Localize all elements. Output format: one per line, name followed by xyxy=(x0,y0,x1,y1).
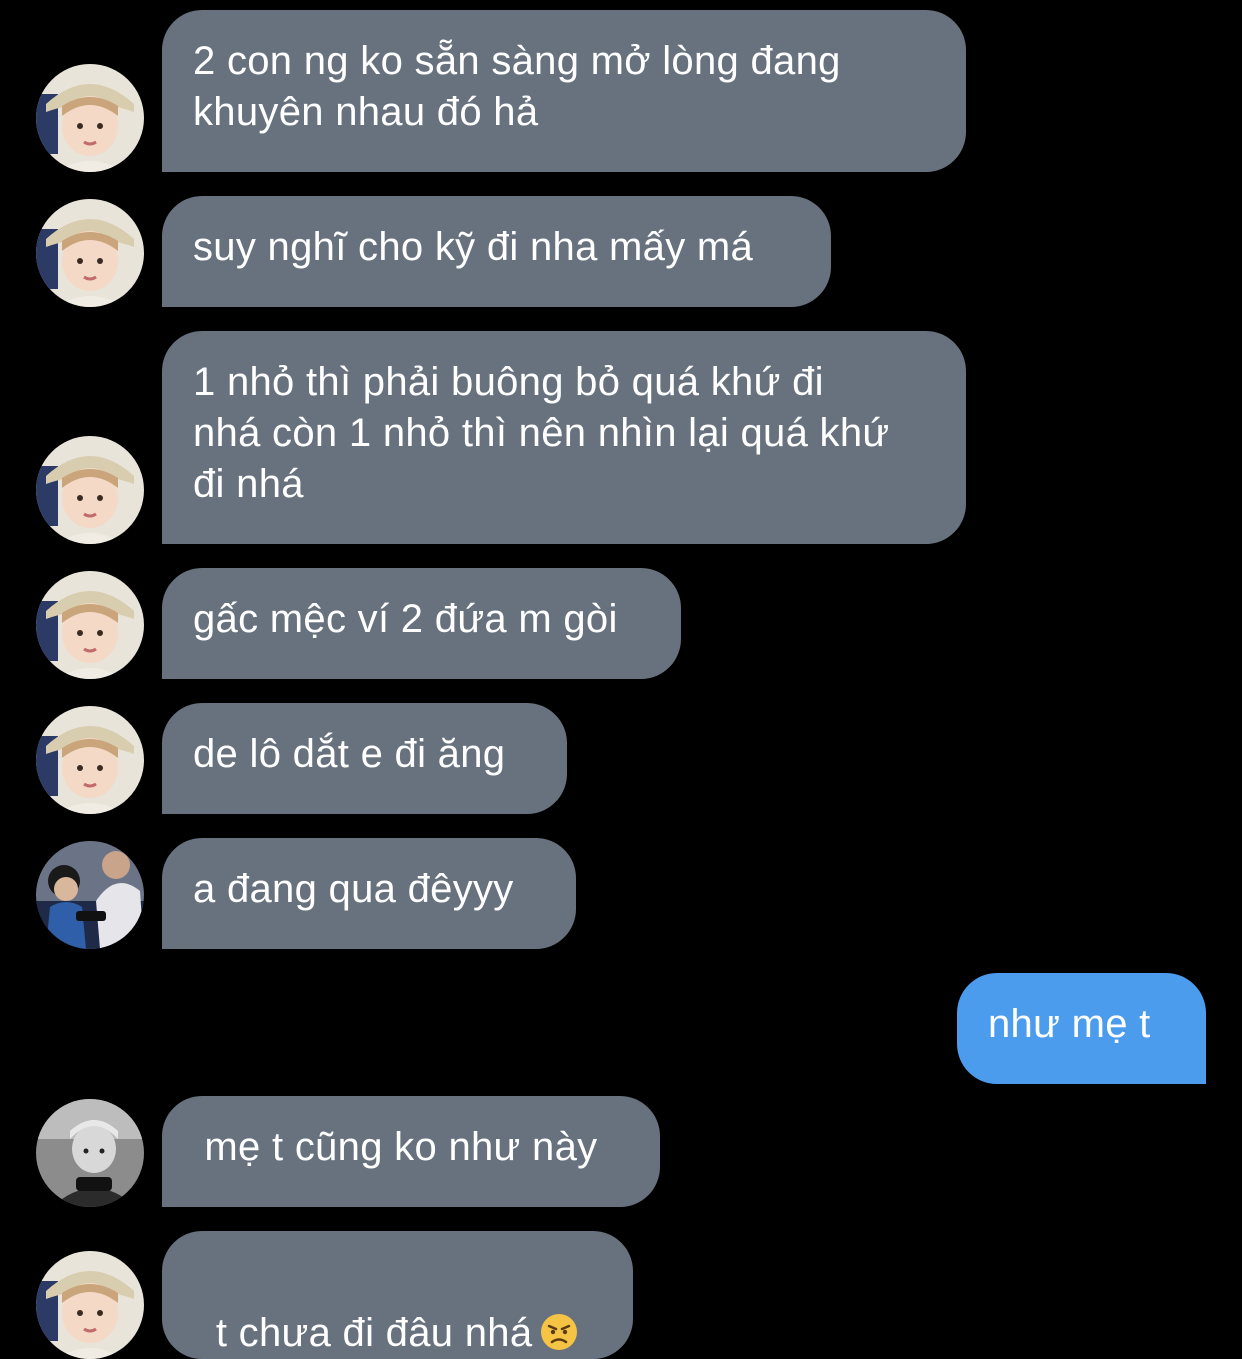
message-bubble[interactable]: mẹ t cũng ko như này xyxy=(162,1096,660,1207)
avatar-hat-boy-image xyxy=(36,199,144,307)
message-text: t chưa đi đâu nhá xyxy=(215,1311,533,1355)
message-bubble-outgoing[interactable]: như mẹ t xyxy=(957,973,1206,1084)
message-bubble[interactable]: 2 con ng ko sẵn sàng mở lòng đang khuyên… xyxy=(162,10,966,172)
avatar[interactable] xyxy=(36,436,144,544)
message-bubble[interactable]: gấc mệc ví 2 đứa m gòi xyxy=(162,568,681,679)
avatar[interactable] xyxy=(36,841,144,949)
avatar[interactable] xyxy=(36,64,144,172)
angry-face-emoji-icon xyxy=(541,1314,578,1350)
avatar[interactable] xyxy=(36,1251,144,1359)
avatar[interactable] xyxy=(36,199,144,307)
avatar-hat-boy-image xyxy=(36,571,144,679)
avatar-bw-photo-image xyxy=(36,1099,144,1207)
avatar[interactable] xyxy=(36,1099,144,1207)
message-bubble[interactable]: 1 nhỏ thì phải buông bỏ quá khứ đi nhá c… xyxy=(162,331,966,544)
message-bubble[interactable]: t chưa đi đâu nhá xyxy=(162,1231,633,1359)
avatar-hat-boy-image xyxy=(36,706,144,814)
avatar-hat-boy-image xyxy=(36,64,144,172)
message-bubble[interactable]: suy nghĩ cho kỹ đi nha mấy má xyxy=(162,196,831,307)
avatar[interactable] xyxy=(36,706,144,814)
message-bubble[interactable]: a đang qua đêyyy xyxy=(162,838,576,949)
avatar-hat-boy-image xyxy=(36,436,144,544)
avatar[interactable] xyxy=(36,571,144,679)
avatar-hat-boy-image xyxy=(36,1251,144,1359)
message-bubble[interactable]: de lô dắt e đi ăng xyxy=(162,703,567,814)
avatar-couple-photo-image xyxy=(36,841,144,949)
